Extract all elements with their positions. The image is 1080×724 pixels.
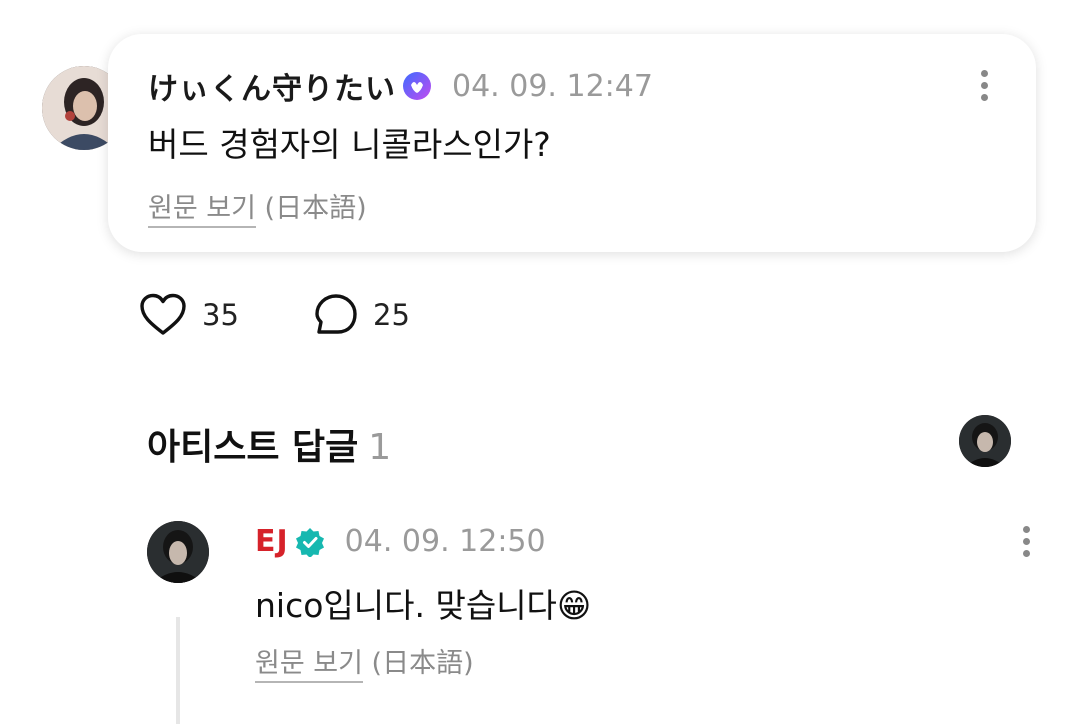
like-count: 35 — [202, 298, 239, 332]
original-language-label: (日本語) — [371, 648, 474, 679]
comment-button[interactable]: 25 — [313, 292, 410, 338]
artist-avatar-small[interactable] — [959, 415, 1011, 467]
post-card: けぃくん守りたい 04. 09. 12:47 버드 경험자의 니콜라스인가? 원… — [108, 34, 1036, 252]
reply-text: nico입니다. 맞습니다😁 — [255, 586, 592, 625]
artist-replies-heading: 아티스트 답글 1 — [147, 418, 391, 470]
reply-thread-line — [176, 617, 180, 724]
reply-author-name[interactable]: EJ — [255, 524, 289, 559]
heart-icon — [140, 293, 186, 335]
avatar-image — [147, 521, 209, 583]
reply-header: EJ 04. 09. 12:50 — [255, 524, 546, 559]
reply-author-avatar[interactable] — [147, 521, 209, 583]
post-author-name[interactable]: けぃくん守りたい — [148, 64, 396, 108]
view-original-link[interactable]: 원문 보기 — [148, 193, 256, 228]
view-original-link[interactable]: 원문 보기 — [255, 648, 363, 683]
reply-more-options-icon[interactable] — [1021, 526, 1031, 562]
post-more-options-icon[interactable] — [979, 70, 989, 106]
artist-replies-count: 1 — [368, 427, 392, 468]
comment-bubble-icon — [315, 294, 357, 334]
post-text: 버드 경험자의 니콜라스인가? — [148, 125, 551, 164]
post-translate: 원문 보기 (日本語) — [148, 186, 367, 228]
reply-translate: 원문 보기 (日本語) — [255, 641, 474, 683]
like-button[interactable]: 35 — [138, 292, 239, 338]
reply-timestamp: 04. 09. 12:50 — [344, 524, 546, 559]
verified-badge-icon — [402, 71, 432, 101]
post-header: けぃくん守りたい 04. 09. 12:47 — [148, 64, 653, 108]
original-language-label: (日本語) — [264, 193, 367, 224]
avatar-image — [959, 415, 1011, 467]
comment-count: 25 — [373, 298, 410, 332]
post-timestamp: 04. 09. 12:47 — [452, 68, 653, 104]
artist-verified-badge-icon — [295, 527, 325, 558]
artist-replies-title: 아티스트 답글 — [147, 427, 359, 468]
comment-thread: けぃくん守りたい 04. 09. 12:47 버드 경험자의 니콜라스인가? 원… — [0, 0, 1080, 724]
